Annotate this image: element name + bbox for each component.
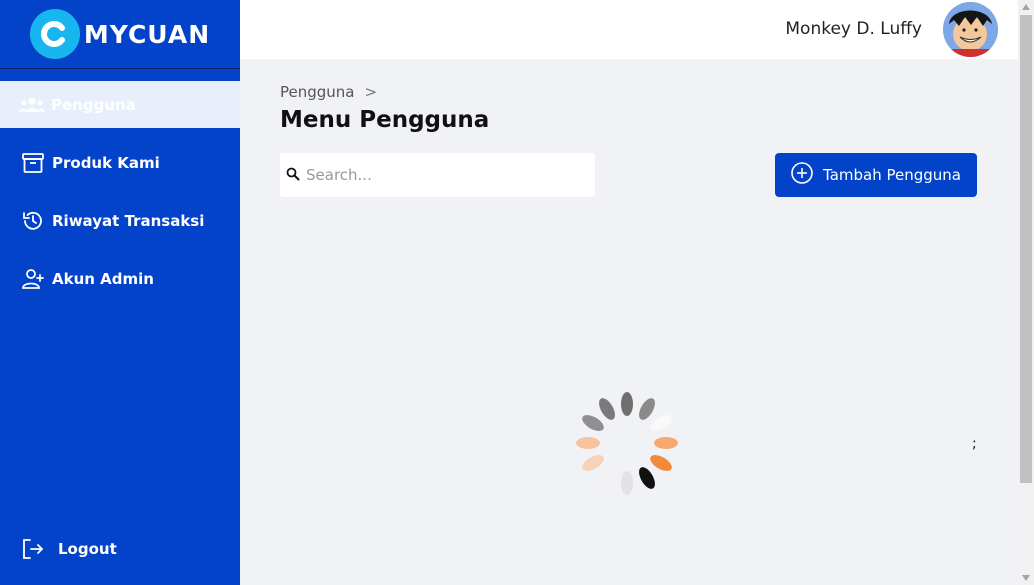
search-input[interactable] bbox=[306, 166, 566, 184]
archive-box-icon bbox=[20, 150, 46, 176]
brand-logo[interactable]: MYCUAN bbox=[0, 0, 240, 69]
breadcrumb-separator: > bbox=[364, 83, 378, 101]
logout-label: Logout bbox=[58, 540, 117, 558]
page-title: Menu Pengguna bbox=[280, 107, 490, 133]
logo-icon bbox=[29, 9, 80, 59]
scroll-up-arrow-icon[interactable] bbox=[1018, 0, 1034, 14]
sidebar-item-label: Pengguna bbox=[51, 95, 136, 114]
breadcrumb: Pengguna > bbox=[280, 83, 977, 101]
sidebar-item-label: Produk Kami bbox=[52, 153, 160, 172]
logout-button[interactable]: Logout bbox=[0, 527, 240, 571]
plus-circle-icon bbox=[791, 162, 813, 188]
toolbar-row: Tambah Pengguna bbox=[280, 153, 977, 197]
sidebar-nav: Pengguna Produk Kami Riwayat Transaksi A… bbox=[0, 81, 240, 313]
scroll-down-arrow-icon[interactable] bbox=[1018, 571, 1034, 585]
search-icon bbox=[286, 166, 300, 185]
sidebar-item-akun-admin[interactable]: Akun Admin bbox=[0, 255, 240, 302]
history-icon bbox=[20, 208, 46, 234]
vertical-scrollbar[interactable] bbox=[1018, 0, 1034, 585]
loading-spinner-icon bbox=[574, 390, 680, 496]
sidebar: MYCUAN Pengguna Produk Kami Riwayat Tran… bbox=[0, 0, 240, 585]
user-avatar[interactable] bbox=[943, 2, 998, 57]
sidebar-item-label: Akun Admin bbox=[52, 269, 154, 288]
search-box bbox=[280, 153, 595, 197]
user-plus-icon bbox=[20, 266, 46, 292]
sidebar-item-pengguna[interactable]: Pengguna bbox=[0, 81, 240, 128]
user-name: Monkey D. Luffy bbox=[785, 19, 922, 39]
users-icon bbox=[19, 92, 45, 118]
sidebar-item-riwayat-transaksi[interactable]: Riwayat Transaksi bbox=[0, 197, 240, 244]
sidebar-item-produk-kami[interactable]: Produk Kami bbox=[0, 139, 240, 186]
brand-name: MYCUAN bbox=[83, 19, 211, 49]
breadcrumb-item[interactable]: Pengguna bbox=[280, 83, 355, 101]
sidebar-item-label: Riwayat Transaksi bbox=[52, 211, 205, 230]
top-header: Monkey D. Luffy bbox=[240, 0, 1018, 59]
add-user-label: Tambah Pengguna bbox=[823, 166, 961, 184]
logout-icon bbox=[20, 536, 46, 562]
stray-text: ; bbox=[972, 436, 977, 452]
scrollbar-thumb[interactable] bbox=[1020, 15, 1032, 483]
main-content: Pengguna > Menu Pengguna Tambah Pengguna bbox=[280, 59, 977, 197]
add-user-button[interactable]: Tambah Pengguna bbox=[775, 153, 977, 197]
